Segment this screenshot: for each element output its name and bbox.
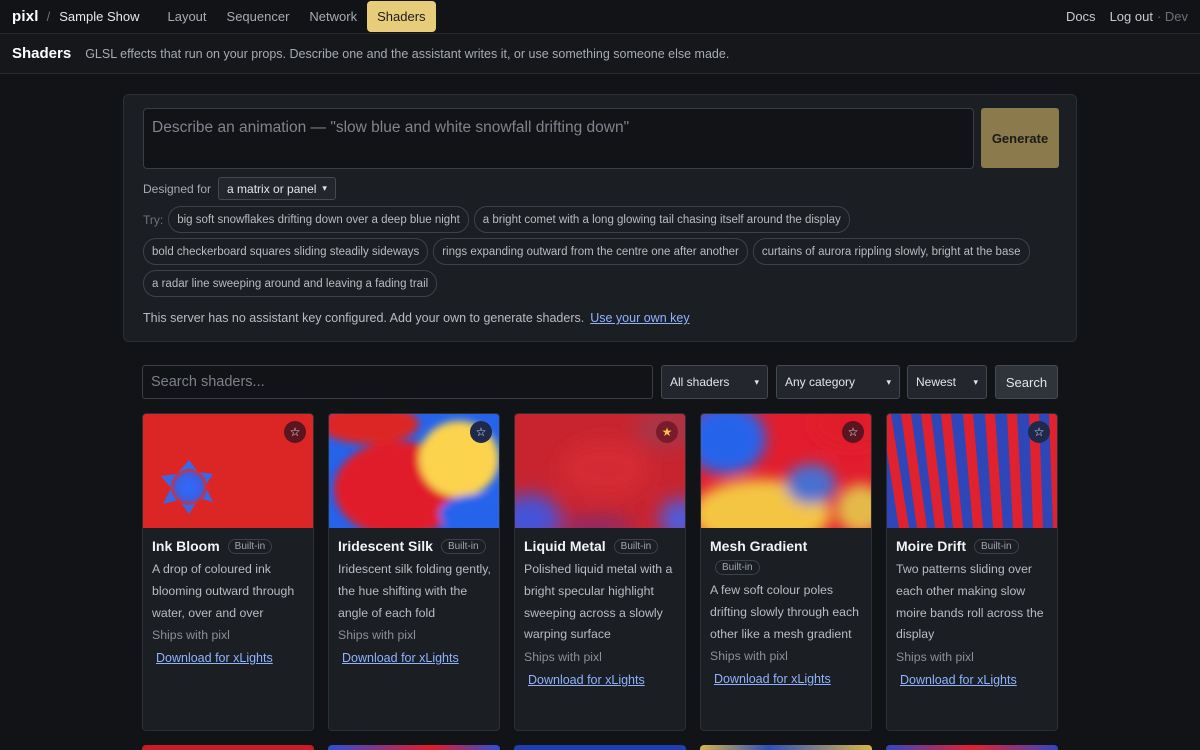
card-description: A drop of coloured ink blooming outward … (152, 562, 295, 620)
suggestions-row: a radar line sweeping around and leaving… (143, 270, 442, 297)
shader-card[interactable]: ☆ Moire Drift Built-in Two patterns slid… (886, 413, 1058, 731)
assistant-key-notice: This server has no assistant key configu… (143, 311, 690, 325)
top-nav: pixl / Sample Show Layout Sequencer Netw… (0, 0, 1200, 34)
download-xlights-link[interactable]: Download for xLights (900, 673, 1017, 687)
card-source: Ships with pixl (524, 650, 602, 665)
favorite-star-icon[interactable]: ☆ (470, 421, 492, 443)
shader-card-preview-partial[interactable] (328, 745, 500, 750)
card-source: Ships with pixl (152, 628, 230, 643)
scope-value: All shaders (670, 375, 730, 389)
favorite-star-icon[interactable]: ☆ (842, 421, 864, 443)
designed-for-label: Designed for (143, 181, 212, 196)
suggestions-row: Try: big soft snowflakes drifting down o… (143, 206, 855, 233)
download-xlights-link[interactable]: Download for xLights (342, 651, 459, 665)
brand-logo[interactable]: pixl (12, 8, 39, 25)
page-subtitle: GLSL effects that run on your props. Des… (85, 46, 730, 61)
chevron-down-icon: ▾ (754, 376, 759, 387)
prompt-input[interactable]: Describe an animation — "slow blue and w… (143, 108, 974, 169)
env-badge: · Dev (1156, 9, 1188, 24)
designed-for-value: a matrix or panel (227, 181, 317, 196)
shader-card[interactable]: ★ Liquid Metal Built-in Polished liquid … (514, 413, 686, 731)
card-title[interactable]: Moire Drift (896, 538, 966, 554)
designed-for-select[interactable]: a matrix or panel ▾ (218, 177, 336, 200)
logout-link[interactable]: Log out (1110, 9, 1153, 24)
card-title[interactable]: Liquid Metal (524, 538, 606, 554)
suggestions-row: bold checkerboard squares sliding steadi… (143, 238, 1035, 265)
generate-button[interactable]: Generate (981, 108, 1059, 168)
card-source: Ships with pixl (710, 649, 788, 664)
page-title: Shaders (12, 45, 72, 62)
shader-card[interactable]: ☆ Mesh Gradient Built-in A few soft colo… (700, 413, 872, 731)
chevron-down-icon: ▾ (322, 183, 327, 193)
sort-value: Newest (916, 375, 957, 389)
download-xlights-link[interactable]: Download for xLights (156, 651, 273, 665)
shader-preview[interactable]: ☆ (329, 414, 499, 528)
shader-card[interactable]: ☆ Iridescent Silk Built-in Iridescent si… (328, 413, 500, 731)
use-own-key-link[interactable]: Use your own key (590, 311, 689, 325)
favorite-star-icon[interactable]: ☆ (1028, 421, 1050, 443)
nav-sequencer[interactable]: Sequencer (217, 1, 300, 32)
category-select[interactable]: Any category ▾ (776, 365, 900, 399)
docs-link[interactable]: Docs (1066, 9, 1096, 24)
favorite-star-icon[interactable]: ★ (656, 421, 678, 443)
favorite-star-icon[interactable]: ☆ (284, 421, 306, 443)
shader-card-preview-partial[interactable] (700, 745, 872, 750)
search-button[interactable]: Search (995, 365, 1058, 399)
breadcrumb-separator: / (46, 9, 51, 24)
card-title[interactable]: Ink Bloom (152, 538, 220, 554)
card-source: Ships with pixl (338, 628, 416, 643)
designed-for-row: Designed for a matrix or panel ▾ (143, 177, 336, 200)
built-in-badge: Built-in (974, 538, 1019, 554)
suggestion-chip[interactable]: big soft snowflakes drifting down over a… (168, 206, 469, 233)
nav-shaders[interactable]: Shaders (367, 1, 436, 32)
built-in-badge: Built-in (227, 538, 273, 554)
shader-card-preview-partial[interactable] (514, 745, 686, 750)
try-label: Try: (143, 212, 164, 227)
shader-preview[interactable]: ☆ (887, 414, 1057, 528)
sort-select[interactable]: Newest ▾ (907, 365, 987, 399)
show-name-link[interactable]: Sample Show (59, 9, 139, 24)
nav-network[interactable]: Network (299, 1, 367, 32)
scope-select[interactable]: All shaders ▾ (661, 365, 768, 399)
nav-layout[interactable]: Layout (157, 1, 216, 32)
card-title[interactable]: Mesh Gradient (710, 538, 807, 554)
generator-panel: Describe an animation — "slow blue and w… (123, 94, 1077, 342)
card-description: Polished liquid metal with a bright spec… (524, 562, 673, 642)
card-description: Two patterns sliding over each other mak… (896, 562, 1044, 642)
chevron-down-icon: ▾ (886, 376, 891, 387)
suggestion-chip[interactable]: a radar line sweeping around and leaving… (143, 270, 438, 297)
chevron-down-icon: ▾ (973, 376, 978, 387)
download-xlights-link[interactable]: Download for xLights (528, 673, 645, 687)
suggestion-chip[interactable]: a bright comet with a long glowing tail … (473, 206, 850, 233)
built-in-badge: Built-in (440, 538, 486, 554)
notice-text: This server has no assistant key configu… (143, 311, 585, 325)
page-header: Shaders GLSL effects that run on your pr… (0, 34, 1200, 74)
shader-preview[interactable]: ★ (515, 414, 685, 528)
shader-card[interactable]: ☆ Ink Bloom Built-in A drop of coloured … (142, 413, 314, 731)
category-value: Any category (785, 375, 856, 389)
built-in-badge: Built-in (715, 560, 760, 575)
card-source: Ships with pixl (896, 650, 974, 665)
download-xlights-link[interactable]: Download for xLights (714, 672, 831, 686)
shader-preview[interactable]: ☆ (701, 414, 871, 528)
suggestion-chip[interactable]: bold checkerboard squares sliding steadi… (143, 238, 429, 265)
suggestion-chip[interactable]: rings expanding outward from the centre … (433, 238, 748, 265)
card-description: Iridescent silk folding gently, the hue … (338, 562, 491, 620)
shader-search-input[interactable]: Search shaders... (142, 365, 653, 399)
shader-preview[interactable]: ☆ (143, 414, 313, 528)
suggestion-chip[interactable]: curtains of aurora rippling slowly, brig… (752, 238, 1030, 265)
card-description: A few soft colour poles drifting slowly … (710, 583, 860, 641)
shader-card-preview-partial[interactable] (886, 745, 1058, 750)
built-in-badge: Built-in (613, 538, 659, 554)
card-title[interactable]: Iridescent Silk (338, 538, 433, 554)
shader-card-preview-partial[interactable] (142, 745, 314, 750)
